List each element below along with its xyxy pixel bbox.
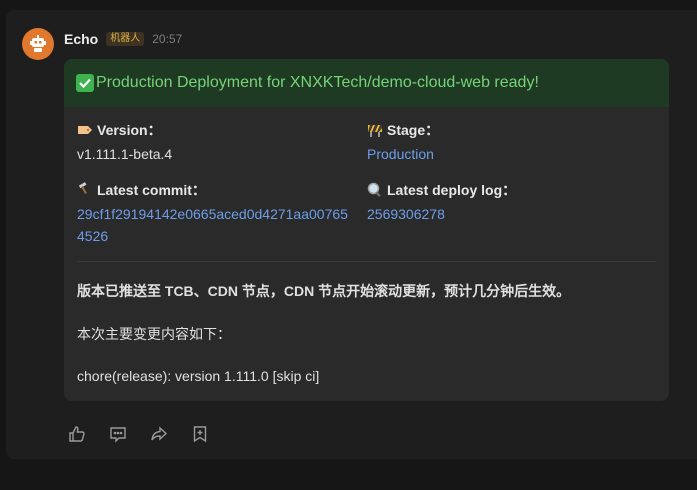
label-tag-icon [78,126,92,134]
sender-name[interactable]: Echo [64,31,98,47]
magnifier-icon [367,182,381,197]
card-title: Production Deployment for XNXKTech/demo-… [96,74,539,91]
share-icon[interactable] [150,425,168,443]
changes-heading: 本次主要变更内容如下： [77,326,231,342]
robot-icon[interactable] [22,28,54,60]
deploy-log-field: Latest deploy log： 2569306278 [367,180,516,225]
commit-field: Latest commit： 29cf1f29194142e0665aced0d… [77,180,352,247]
check-mark-icon [76,74,94,92]
deploy-log-label: Latest deploy log： [387,182,517,198]
bookmark-add-icon[interactable] [191,425,209,443]
change-item: chore(release): version 1.111.0 [skip ci… [77,368,320,384]
deploy-log-link[interactable]: 2569306278 [367,203,516,225]
commit-label: Latest commit： [97,182,206,198]
message-actions [68,425,209,443]
message-header: Echo 机器人 20:57 [64,30,182,48]
hammer-icon [78,182,87,194]
stage-link[interactable]: Production [367,143,439,165]
version-value: v1.111.1-beta.4 [77,146,173,162]
card-divider [77,261,656,262]
release-summary: 版本已推送至 TCB、CDN 节点，CDN 节点开始滚动更新，预计几分钟后生效。 [77,283,571,299]
card-header: Production Deployment for XNXKTech/demo-… [64,59,669,107]
comment-icon[interactable] [109,425,127,443]
stage-label: Stage： [387,122,440,138]
commit-link[interactable]: 29cf1f29194142e0665aced0d4271aa007654526 [77,203,352,247]
construction-icon [368,125,382,137]
stage-field: Stage： Production [367,120,439,165]
message-time: 20:57 [152,32,183,46]
thumbs-up-icon[interactable] [68,425,86,443]
version-label: Version： [97,122,162,138]
version-field: Version： v1.111.1-beta.4 [77,120,172,165]
deployment-card: Production Deployment for XNXKTech/demo-… [64,59,669,401]
bot-badge: 机器人 [106,32,145,46]
